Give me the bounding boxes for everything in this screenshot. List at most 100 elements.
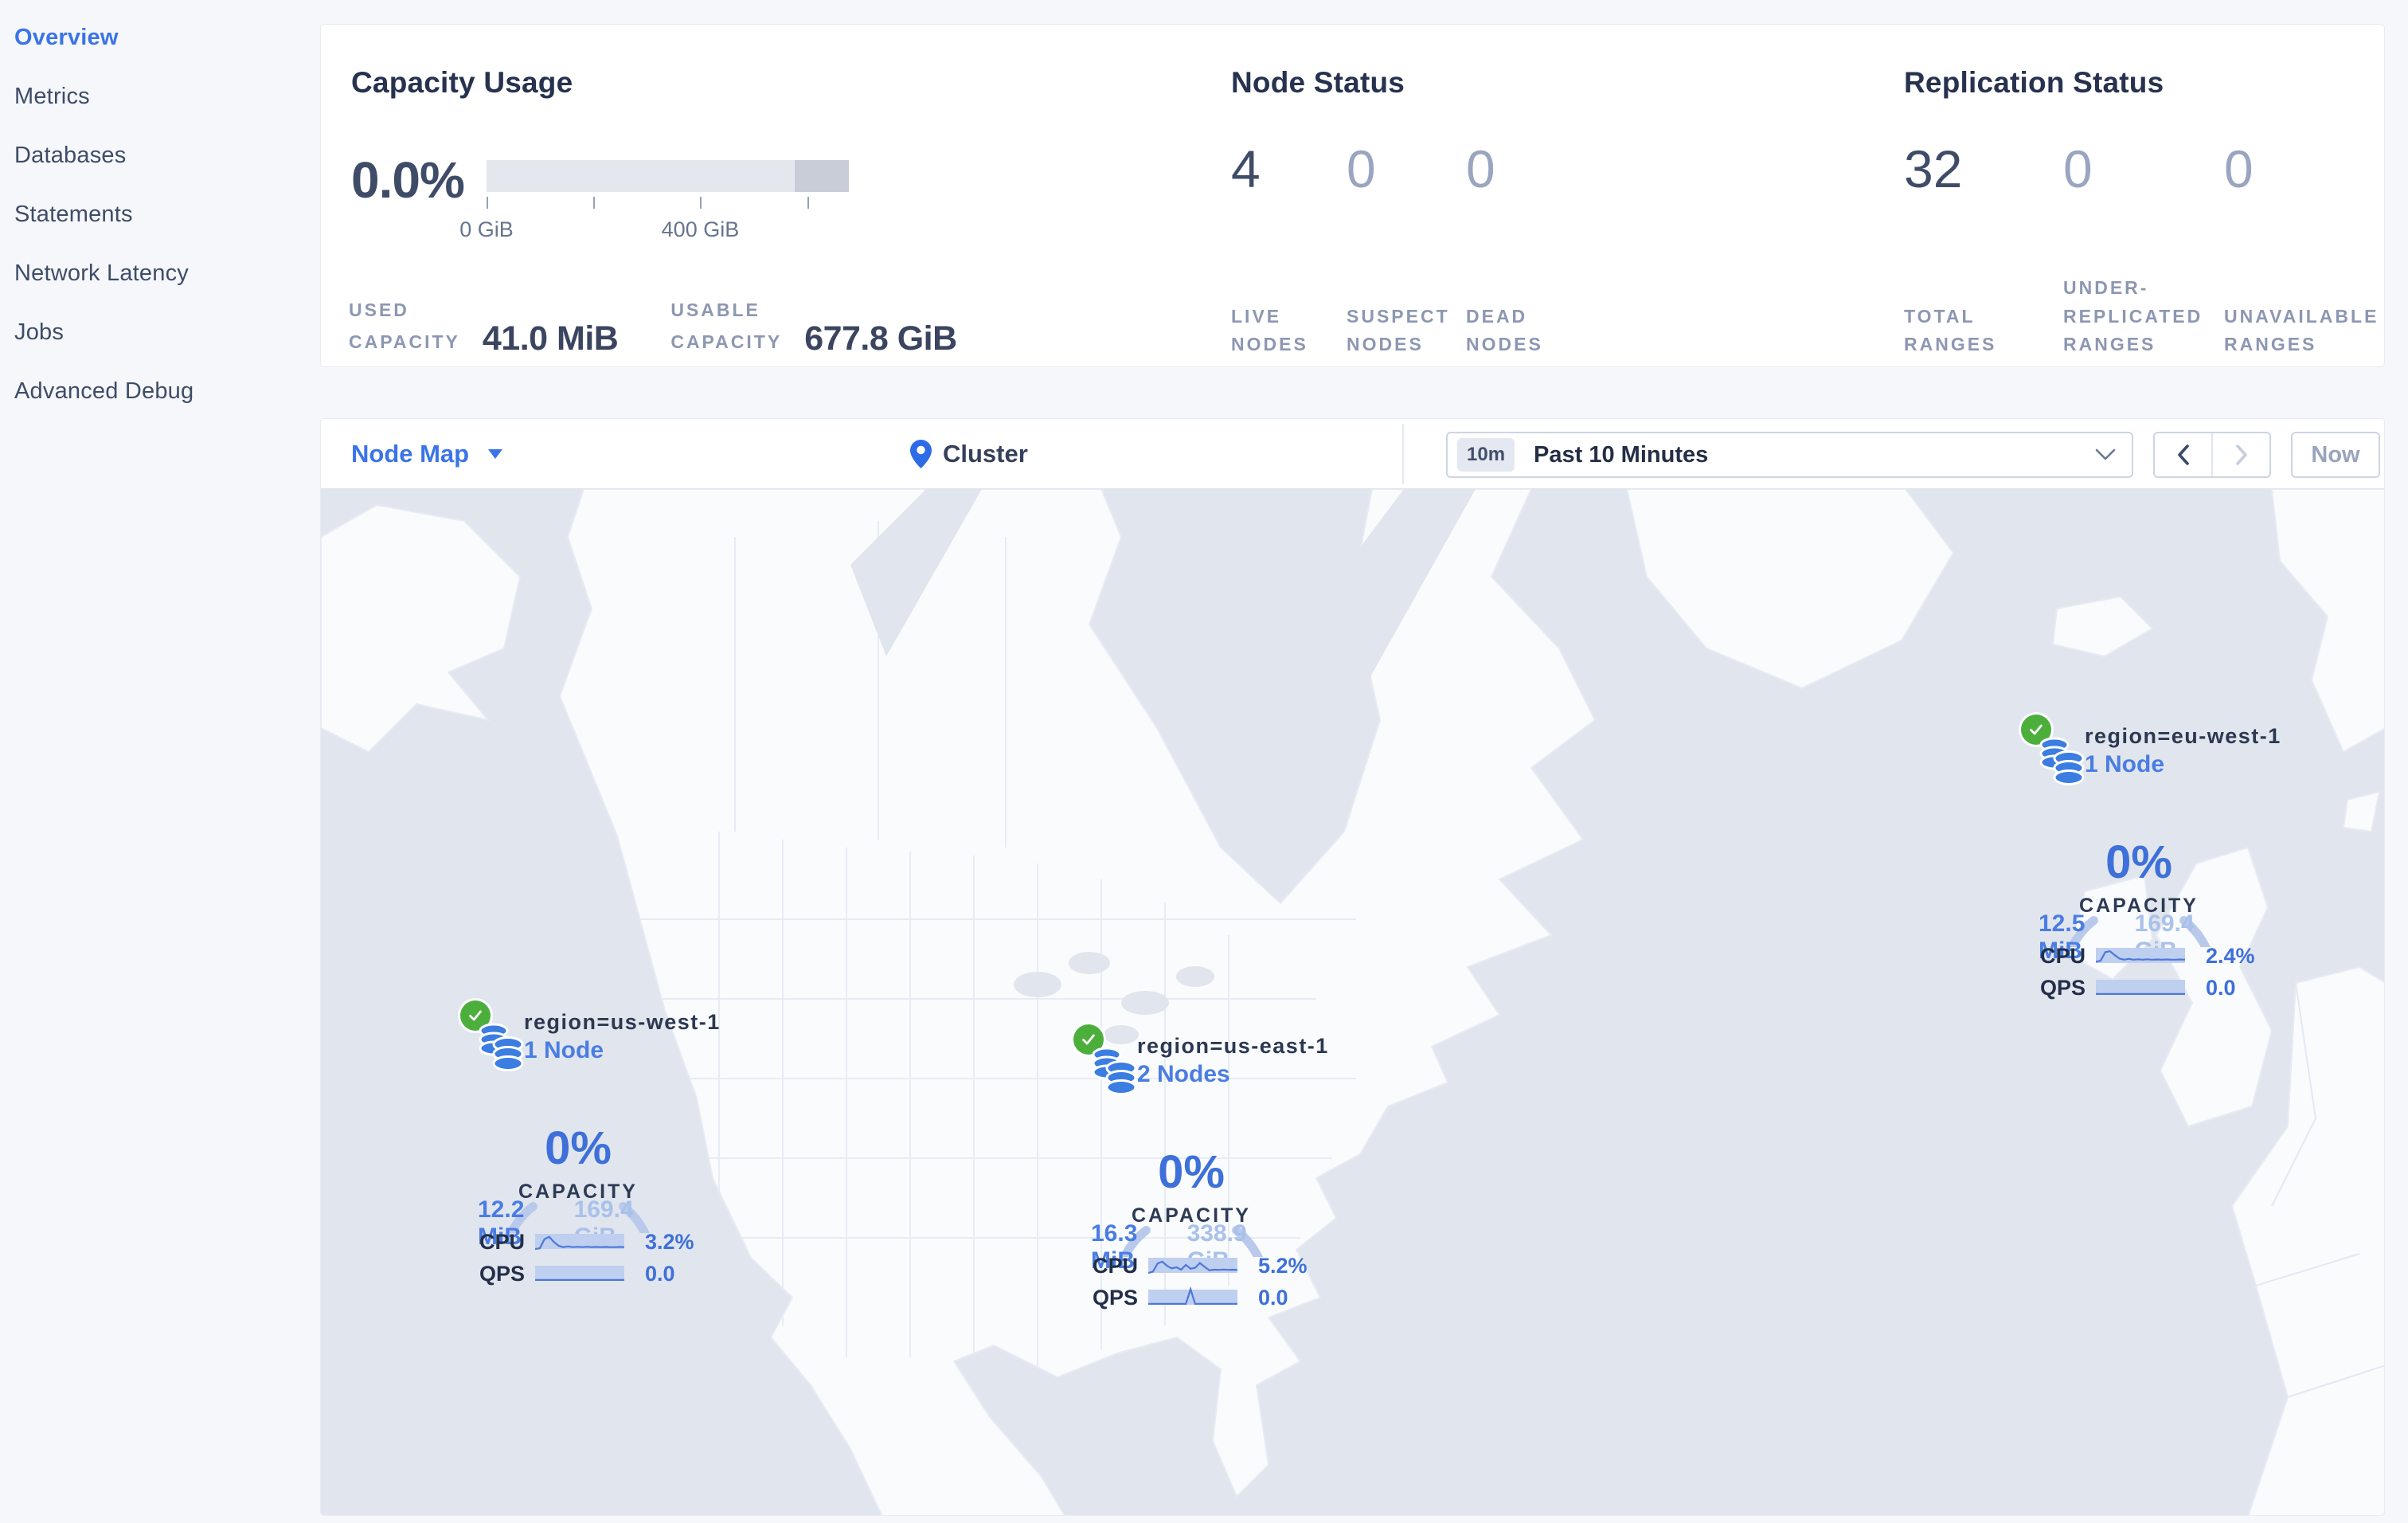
region-cpu-row: CPU 3.2% <box>479 1228 694 1255</box>
sidebar-item-statements[interactable]: Statements <box>0 185 320 244</box>
capacity-bar-tick-label: 0 GiB <box>459 217 514 241</box>
capacity-gauge-percent: 0% <box>545 1122 612 1174</box>
region-qps-row: QPS 0.0 <box>1093 1284 1288 1311</box>
capacity-bar-tick <box>593 197 596 209</box>
capacity-usage-stats: USED CAPACITY 41.0 MiB USABLE CAPACITY 6… <box>349 294 957 358</box>
cpu-value: 3.2% <box>645 1229 694 1254</box>
under-replicated-ranges-count: 0 <box>2063 139 2093 198</box>
time-range-dropdown[interactable]: 10m Past 10 Minutes <box>1446 432 2133 478</box>
time-step-forward-button[interactable] <box>2211 433 2269 476</box>
qps-sparkline <box>1148 1286 1237 1305</box>
region-name: region=eu-west-1 <box>2085 724 2281 748</box>
dead-nodes-count: 0 <box>1466 139 1495 198</box>
cluster-summary-panel: Capacity Usage 0.0% 0 GiB 400 GiB USED CA… <box>320 24 2385 367</box>
replication-status-title: Replication Status <box>1904 66 2164 99</box>
capacity-gauge-percent: 0% <box>2105 836 2172 888</box>
total-ranges-label: TOTAL RANGES <box>1904 305 1997 355</box>
sidebar-item-databases[interactable]: Databases <box>0 126 320 185</box>
capacity-bar-tick-label: 400 GiB <box>661 217 740 241</box>
capacity-usage-bar <box>487 160 849 192</box>
region-node-count-link[interactable]: 1 Node <box>2085 751 2164 778</box>
used-capacity-label: USED CAPACITY <box>349 300 460 353</box>
sidebar-item-network-latency[interactable]: Network Latency <box>0 244 320 303</box>
live-nodes-label: LIVE NODES <box>1231 305 1308 355</box>
chevron-right-icon <box>2235 444 2247 465</box>
replication-status-metrics: 32 TOTAL RANGES 0 UNDER- REPLICATED RANG… <box>1904 139 2376 359</box>
unavailable-ranges-count: 0 <box>2224 139 2254 198</box>
sidebar-item-advanced-debug[interactable]: Advanced Debug <box>0 362 320 421</box>
region-node-count-link[interactable]: 1 Node <box>524 1037 604 1064</box>
live-nodes-metric: 4 LIVE NODES <box>1231 143 1347 359</box>
capacity-bar-tick <box>487 197 488 209</box>
toolbar-divider <box>1402 424 1404 484</box>
region-marker-us-west-1[interactable]: region=us-west-1 1 Node 0% CAPACITY 12.2… <box>446 1000 725 1344</box>
time-step-back-button[interactable] <box>2155 433 2211 476</box>
region-name: region=us-west-1 <box>524 1010 721 1034</box>
breadcrumb-cluster[interactable]: Cluster <box>910 419 1028 489</box>
view-mode-dropdown[interactable]: Node Map <box>351 419 503 489</box>
now-button[interactable]: Now <box>2291 432 2380 478</box>
region-marker-us-east-1[interactable]: region=us-east-1 2 Nodes 0% CAPACITY 16.… <box>1059 1024 1338 1368</box>
total-ranges-count: 32 <box>1904 139 1963 198</box>
under-replicated-ranges-label: UNDER- REPLICATED RANGES <box>2063 277 2203 355</box>
time-step-buttons <box>2153 432 2271 478</box>
under-replicated-ranges-metric: 0 UNDER- REPLICATED RANGES <box>2063 143 2224 359</box>
time-range-value: Past 10 Minutes <box>1534 441 1709 468</box>
unavailable-ranges-metric: 0 UNAVAILABLE RANGES <box>2224 139 2376 359</box>
qps-sparkline <box>2096 980 2185 995</box>
caret-down-icon <box>488 449 503 459</box>
map-pin-icon <box>910 440 932 468</box>
capacity-usage-percent: 0.0% <box>351 151 465 209</box>
suspect-nodes-label: SUSPECT NODES <box>1347 305 1450 355</box>
cpu-label: CPU <box>1093 1253 1139 1278</box>
qps-sparkline <box>535 1266 624 1281</box>
sidebar-item-jobs[interactable]: Jobs <box>0 303 320 362</box>
dead-nodes-metric: 0 DEAD NODES <box>1466 139 1541 359</box>
region-cpu-row: CPU 2.4% <box>2040 942 2255 969</box>
capacity-gauge-percent: 0% <box>1158 1146 1225 1198</box>
cpu-label: CPU <box>2040 943 2086 968</box>
suspect-nodes-count: 0 <box>1347 139 1376 198</box>
capacity-bar-tick <box>807 197 809 209</box>
chevron-left-icon <box>2177 444 2189 465</box>
qps-value: 0.0 <box>645 1261 675 1286</box>
sidebar-item-overview[interactable]: Overview <box>0 8 320 67</box>
region-qps-row: QPS 0.0 <box>479 1260 675 1287</box>
qps-value: 0.0 <box>1258 1285 1288 1310</box>
capacity-bar-tick <box>700 197 702 209</box>
sidebar: Overview Metrics Databases Statements Ne… <box>0 0 320 1523</box>
usable-capacity-label: USABLE CAPACITY <box>670 300 783 353</box>
cpu-label: CPU <box>479 1229 526 1254</box>
chevron-down-icon <box>2095 448 2116 460</box>
capacity-usage-title: Capacity Usage <box>351 66 573 99</box>
capacity-bar-ticks: 0 GiB 400 GiB <box>459 197 849 253</box>
node-status-metrics: 4 LIVE NODES 0 SUSPECT NODES 0 DEAD NODE… <box>1231 139 1541 359</box>
qps-label: QPS <box>1093 1285 1139 1310</box>
dead-nodes-label: DEAD NODES <box>1466 305 1543 355</box>
qps-label: QPS <box>479 1261 526 1286</box>
total-ranges-metric: 32 TOTAL RANGES <box>1904 143 2063 359</box>
cpu-sparkline <box>535 1234 624 1251</box>
used-capacity-value: 41.0 MiB <box>482 319 619 358</box>
cpu-value: 5.2% <box>1258 1253 1308 1278</box>
capacity-bar-reserved-segment <box>794 160 849 192</box>
node-status-title: Node Status <box>1231 66 1405 99</box>
region-node-count-link[interactable]: 2 Nodes <box>1137 1061 1230 1088</box>
cpu-value: 2.4% <box>2206 943 2255 968</box>
sidebar-item-metrics[interactable]: Metrics <box>0 67 320 126</box>
region-name: region=us-east-1 <box>1137 1034 1329 1058</box>
region-marker-eu-west-1[interactable]: region=eu-west-1 1 Node 0% CAPACITY 12.5… <box>2007 715 2285 1058</box>
qps-value: 0.0 <box>2206 975 2236 1000</box>
cpu-sparkline <box>1148 1258 1237 1274</box>
usable-capacity-value: 677.8 GiB <box>804 319 957 358</box>
suspect-nodes-metric: 0 SUSPECT NODES <box>1347 143 1466 359</box>
region-cpu-row: CPU 5.2% <box>1093 1252 1308 1279</box>
time-range-badge: 10m <box>1457 438 1515 472</box>
map-toolbar: Node Map Cluster 10m Past 10 Minutes Now <box>321 419 2384 489</box>
usable-capacity-stat: USABLE CAPACITY 677.8 GiB <box>670 294 957 358</box>
unavailable-ranges-label: UNAVAILABLE RANGES <box>2224 305 2379 355</box>
qps-label: QPS <box>2040 975 2086 1000</box>
cpu-sparkline <box>2096 948 2185 963</box>
live-nodes-count: 4 <box>1231 139 1261 198</box>
region-qps-row: QPS 0.0 <box>2040 974 2236 1001</box>
